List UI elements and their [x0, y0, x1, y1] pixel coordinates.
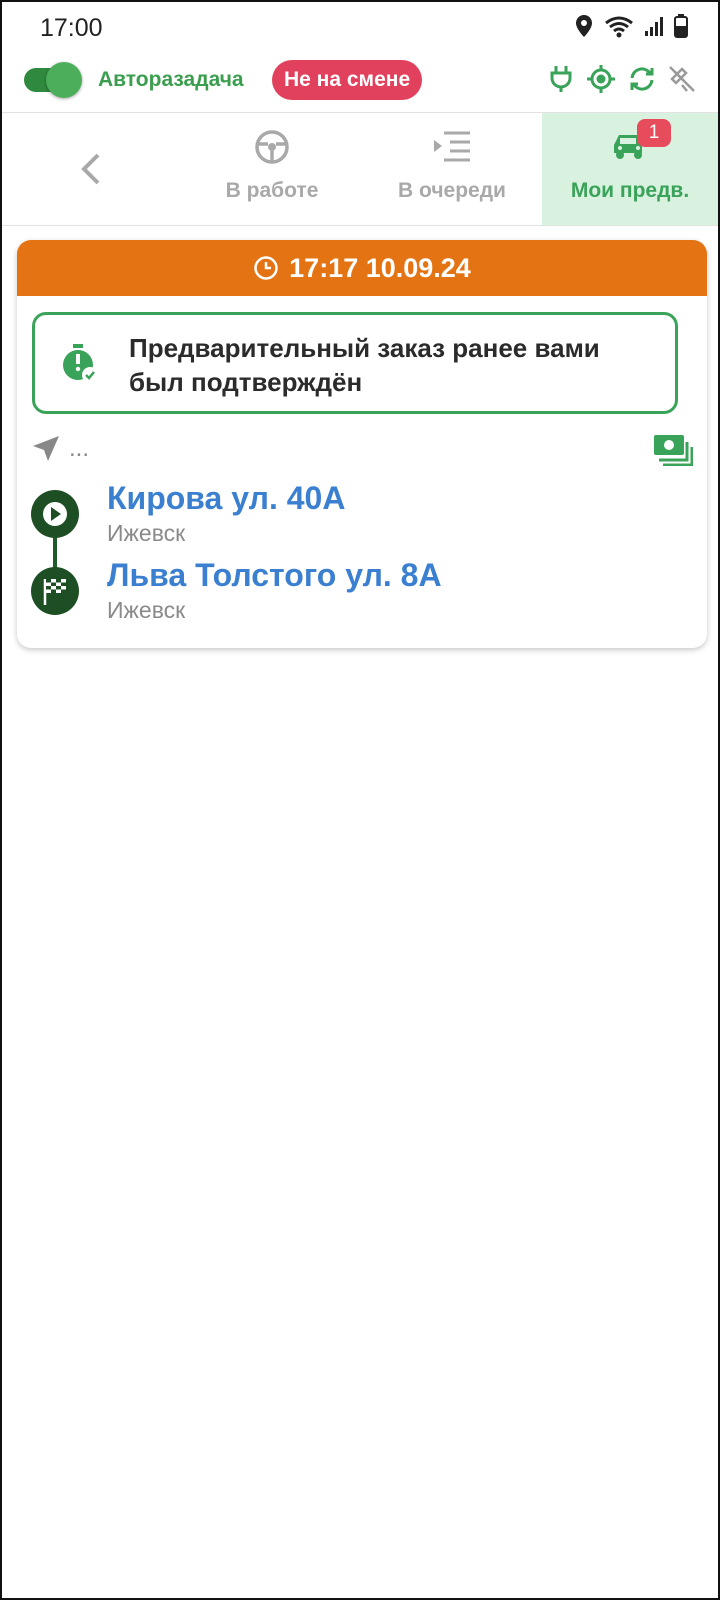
shift-status-badge[interactable]: Не на смене [272, 60, 423, 100]
auto-assign-toggle[interactable] [24, 62, 82, 98]
tab-in-work[interactable]: В работе [182, 113, 362, 225]
timer-check-icon [59, 343, 101, 390]
notice-text: Предварительный заказ ранее вами был под… [129, 333, 600, 397]
top-bar: Авторазадача Не на смене [2, 54, 718, 113]
tab-label: Мои предв. [570, 179, 690, 202]
distance-value: ... [69, 435, 90, 462]
toggle-knob [46, 62, 82, 98]
tab-label: В работе [225, 179, 319, 202]
order-card[interactable]: 17:17 10.09.24 Предварительный заказ ран… [17, 240, 707, 648]
chevron-left-icon [81, 153, 100, 185]
tab-in-queue[interactable]: В очереди [362, 113, 542, 225]
wifi-icon [605, 16, 633, 38]
satellite-off-icon[interactable] [668, 65, 696, 93]
location-pin-icon [576, 15, 592, 37]
sync-icon[interactable] [628, 65, 656, 93]
finish-flag-icon [31, 567, 79, 615]
plug-icon[interactable] [548, 64, 574, 94]
order-time-header: 17:17 10.09.24 [17, 240, 707, 296]
tab-bar: В работе В очереди 1 Мои предв. [2, 113, 718, 226]
top-icons [548, 64, 696, 94]
distance-row: ... [31, 432, 89, 466]
steering-wheel-icon [254, 129, 290, 170]
destination-address[interactable]: Льва Толстого ул. 8А [107, 557, 442, 594]
start-point-icon [31, 490, 79, 538]
clock-icon [254, 256, 278, 280]
status-bar: 17:00 [2, 2, 718, 54]
signal-icon [645, 17, 663, 36]
route: Кирова ул. 40А Ижевск Льва Толстого ул. … [31, 480, 691, 630]
status-icons [574, 14, 688, 38]
destination-city: Ижевск [107, 597, 186, 623]
battery-icon [674, 14, 688, 38]
back-button[interactable] [62, 143, 122, 195]
auto-assign-label: Авторазадача [98, 68, 244, 91]
tab-count-badge: 1 [637, 119, 671, 147]
status-time: 17:00 [40, 14, 103, 42]
pickup-city: Ижевск [107, 520, 186, 546]
tab-my-preorders[interactable]: 1 Мои предв. [542, 113, 718, 225]
confirmation-notice: Предварительный заказ ранее вами был под… [32, 312, 678, 414]
queue-list-icon [432, 129, 472, 170]
tab-label: В очереди [398, 179, 506, 202]
navigation-arrow-icon [33, 436, 59, 461]
cash-payment-icon [653, 434, 694, 471]
pickup-address[interactable]: Кирова ул. 40А [107, 480, 345, 517]
order-datetime: 17:17 10.09.24 [289, 252, 471, 283]
gps-target-icon[interactable] [586, 64, 616, 94]
